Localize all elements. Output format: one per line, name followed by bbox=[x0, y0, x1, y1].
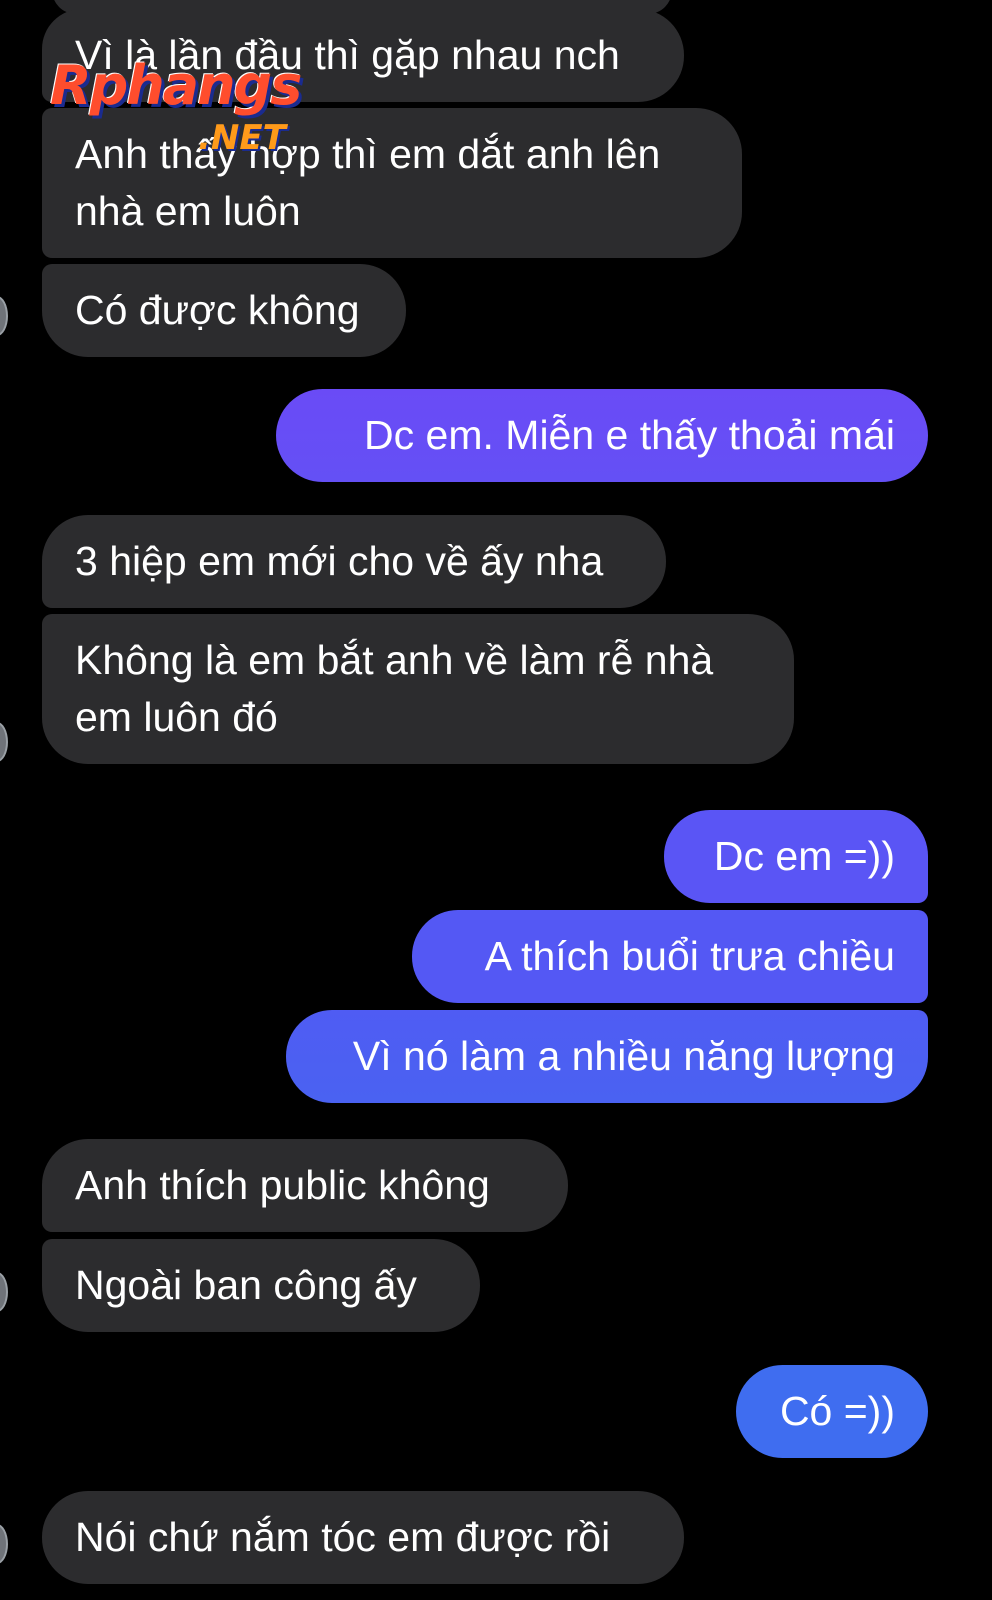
sender-avatar[interactable] bbox=[0, 722, 8, 762]
message-bubble-outgoing[interactable]: A thích buổi trưa chiều bbox=[412, 910, 928, 1003]
message-text-line: em luôn đó bbox=[75, 694, 278, 740]
message-text: Vì là lần đầu thì gặp nhau nch bbox=[75, 32, 620, 78]
message-text: Anh thích public không bbox=[75, 1162, 490, 1208]
message-bubble-incoming[interactable]: Vì là lần đầu thì gặp nhau nch bbox=[42, 9, 684, 102]
message-text-line: Anh thấy hợp thì em dắt anh lên bbox=[75, 131, 661, 177]
message-text: Dc em =)) bbox=[713, 833, 895, 879]
chat-thread[interactable]: Vì là lần đầu thì gặp nhau nch Anh thấy … bbox=[0, 0, 992, 1600]
message-bubble-outgoing[interactable]: Dc em =)) bbox=[664, 810, 928, 903]
message-text: Vì nó làm a nhiều năng lượng bbox=[352, 1033, 895, 1079]
message-bubble-incoming[interactable]: Anh thích public không bbox=[42, 1139, 568, 1232]
message-bubble-outgoing[interactable]: Dc em. Miễn e thấy thoải mái bbox=[276, 389, 928, 482]
message-bubble-incoming[interactable]: Có được không bbox=[42, 264, 406, 357]
sender-avatar[interactable] bbox=[0, 1524, 8, 1564]
message-bubble-incoming[interactable]: 3 hiệp em mới cho về ấy nha bbox=[42, 515, 666, 608]
message-bubble-outgoing[interactable]: Vì nó làm a nhiều năng lượng bbox=[286, 1010, 928, 1103]
message-bubble-incoming[interactable]: Nói chứ nắm tóc em được rồi bbox=[42, 1491, 684, 1584]
message-text: 3 hiệp em mới cho về ấy nha bbox=[75, 538, 604, 584]
sender-avatar[interactable] bbox=[0, 296, 8, 336]
message-text-line: nhà em luôn bbox=[75, 188, 301, 234]
message-text: Nói chứ nắm tóc em được rồi bbox=[75, 1514, 611, 1560]
message-bubble-incoming[interactable]: Anh thấy hợp thì em dắt anh lên nhà em l… bbox=[42, 108, 742, 258]
sender-avatar[interactable] bbox=[0, 1272, 8, 1312]
message-bubble-incoming[interactable]: Không là em bắt anh về làm rễ nhà em luô… bbox=[42, 614, 794, 764]
message-text: A thích buổi trưa chiều bbox=[484, 933, 895, 979]
message-text: Có được không bbox=[75, 287, 360, 333]
message-bubble-incoming[interactable]: Ngoài ban công ấy bbox=[42, 1239, 480, 1332]
message-text: Ngoài ban công ấy bbox=[75, 1262, 417, 1308]
message-text-line: Không là em bắt anh về làm rễ nhà bbox=[75, 637, 714, 683]
message-text: Có =)) bbox=[779, 1388, 895, 1434]
message-text: Dc em. Miễn e thấy thoải mái bbox=[364, 412, 895, 458]
message-bubble-outgoing[interactable]: Có =)) bbox=[736, 1365, 928, 1458]
